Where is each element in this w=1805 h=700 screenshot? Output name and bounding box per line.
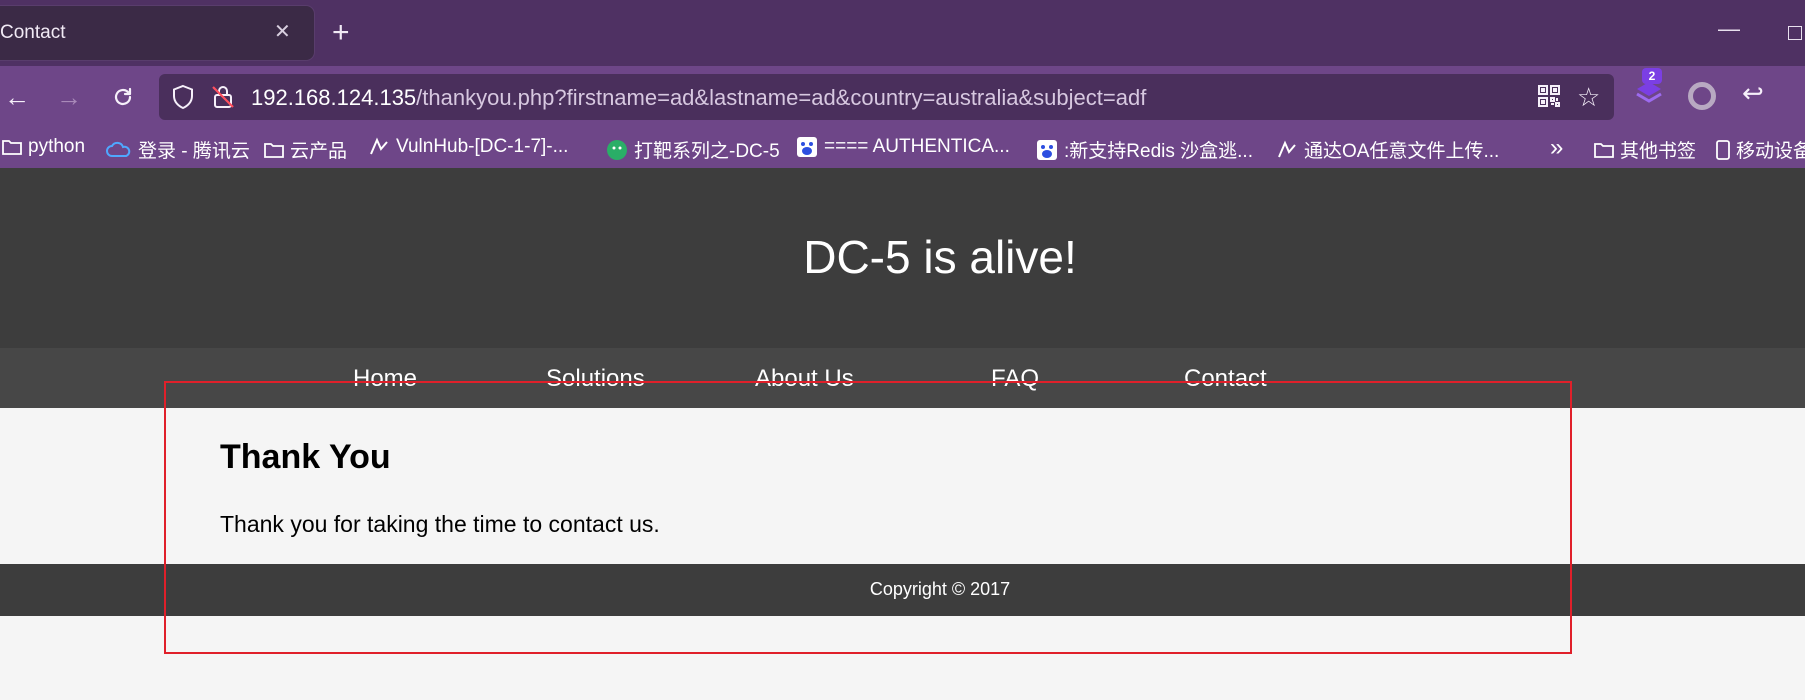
bookmark-label: python [28,136,86,157]
bookmark-redis[interactable]: :新支持Redis 沙盒逃... [1036,136,1253,163]
bookmark-tongda-oa[interactable]: 通达OA任意文件上传... [1276,136,1499,163]
bookmark-tencent-cloud[interactable]: 登录 - 腾讯云 [106,136,250,163]
csdn-icon [368,137,390,157]
bookmark-label: ==== AUTHENTICA... [824,136,1010,157]
url-path: /thankyou.php?firstname=ad&lastname=ad&c… [416,85,1147,110]
site-footer: Copyright © 2017 [0,564,1805,616]
baidu-icon [796,136,818,158]
record-extension-icon[interactable] [1688,82,1716,110]
bookmark-other[interactable]: 其他书签 [1594,136,1696,163]
bookmark-dc5[interactable]: 打靶系列之-DC-5 [606,136,780,163]
folder-icon [2,138,22,156]
page-heading: Thank You [220,438,391,476]
restore-icon[interactable] [1788,26,1802,40]
insecure-lock-icon[interactable] [211,84,235,115]
copyright-text: Copyright © 2017 [869,579,1011,599]
qr-code-icon[interactable] [1537,84,1561,113]
baidu-icon [1036,139,1058,161]
close-tab-icon[interactable]: ✕ [274,20,291,44]
navigation-toolbar: ← → 192.168.124.135/thankyou.php?firstna… [0,66,1805,128]
web-page: DC-5 is alive! Home Solutions About Us F… [0,168,1805,700]
nav-link-solutions[interactable]: Solutions [546,365,645,393]
shield-icon[interactable] [171,84,195,115]
bookmark-label: 其他书签 [1620,141,1697,162]
bookmark-label: 打靶系列之-DC-5 [634,141,780,162]
bookmark-vulnhub[interactable]: VulnHub-[DC-1-7]-... [368,136,568,158]
tab-strip: Contact ✕ + — [0,0,1805,66]
site-title: DC-5 is alive! [803,231,1077,283]
undo-icon[interactable]: ↩ [1742,78,1764,109]
address-bar[interactable]: 192.168.124.135/thankyou.php?firstname=a… [159,74,1614,120]
bookmark-label: 登录 - 腾讯云 [138,141,250,162]
bookmarks-overflow-icon[interactable]: » [1550,134,1563,162]
bookmark-label: 通达OA任意文件上传... [1304,141,1500,162]
bookmark-cloud-products[interactable]: 云产品 [264,136,347,163]
bookmark-label: 移动设备 [1736,141,1805,162]
site-header: DC-5 is alive! [0,168,1805,348]
bookmark-label: VulnHub-[DC-1-7]-... [396,136,569,157]
nav-link-contact[interactable]: Contact [1184,365,1267,393]
folder-icon [1594,141,1614,159]
tab-contact[interactable]: Contact ✕ [0,6,314,60]
tab-title: Contact [0,22,66,43]
folder-icon [264,141,284,159]
back-icon[interactable]: ← [0,78,36,116]
site-navigation: Home Solutions About Us FAQ Contact [0,348,1805,408]
nav-link-about-us[interactable]: About Us [755,365,854,393]
url-host: 192.168.124.135 [251,85,417,110]
thank-you-message: Thank you for taking the time to contact… [220,511,660,537]
bookmark-mobile[interactable]: 移动设备 [1716,136,1805,163]
reload-icon[interactable] [104,78,142,116]
mobile-icon [1716,139,1730,160]
forward-icon[interactable]: → [50,78,88,116]
url-text[interactable]: 192.168.124.135/thankyou.php?firstname=a… [251,85,1146,111]
bookmark-authentica[interactable]: ==== AUTHENTICA... [796,136,1010,158]
bookmark-python[interactable]: python [2,136,85,158]
nav-link-home[interactable]: Home [353,365,417,393]
bookmark-star-icon[interactable]: ☆ [1577,82,1600,113]
nav-link-faq[interactable]: FAQ [991,365,1039,393]
extension-badge: 2 [1642,68,1662,84]
bookmark-label: :新支持Redis 沙盒逃... [1064,141,1253,162]
minimize-icon[interactable]: — [1718,16,1740,42]
csdn-icon [1276,140,1298,160]
bookmark-label: 云产品 [290,141,348,162]
wechat-icon [606,139,628,161]
bookmarks-bar: python 登录 - 腾讯云 云产品 VulnHub-[DC-1-7]-...… [0,128,1805,168]
cloud-icon [106,141,132,159]
new-tab-button[interactable]: + [332,16,350,50]
